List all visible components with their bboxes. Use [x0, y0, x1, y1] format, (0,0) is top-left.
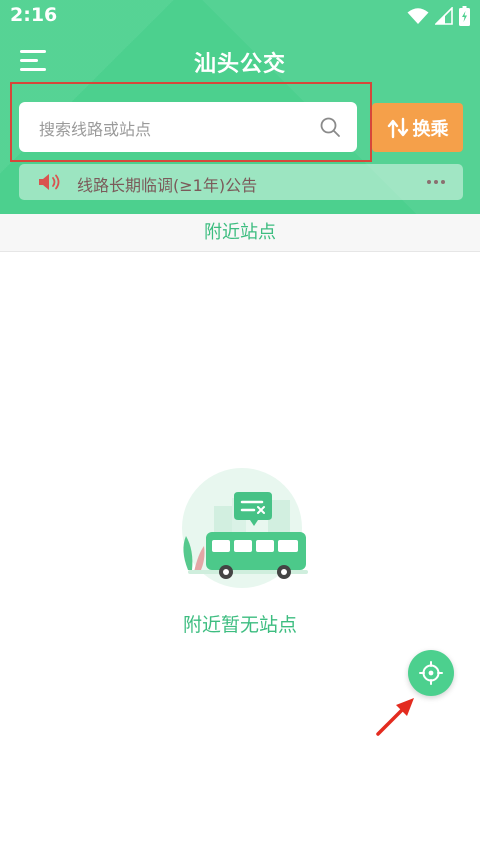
tab-nearby-stops-label: 附近站点	[204, 222, 276, 243]
status-icons	[407, 6, 470, 26]
locate-button[interactable]	[408, 650, 454, 696]
notice-bar[interactable]: 线路长期临调(≥1年)公告	[19, 164, 463, 200]
search-input[interactable]: 搜索线路或站点	[19, 102, 357, 152]
nav-bar: 汕头公交	[0, 36, 480, 88]
notice-text: 线路长期临调(≥1年)公告	[77, 176, 258, 195]
status-bar: 2:16	[0, 0, 480, 32]
speaker-icon	[39, 174, 60, 190]
more-dots-icon[interactable]	[427, 172, 447, 192]
search-placeholder: 搜索线路或站点	[39, 120, 152, 139]
status-time: 2:16	[10, 4, 58, 26]
battery-icon	[459, 6, 470, 26]
empty-state-message: 附近暂无站点	[182, 614, 297, 636]
transfer-button[interactable]: 换乘	[372, 103, 463, 152]
signal-icon	[435, 7, 453, 25]
tab-nearby-stops[interactable]: 附近站点	[0, 214, 480, 252]
transfer-arrows-icon	[387, 117, 408, 138]
transfer-label: 换乘	[412, 118, 449, 140]
page-title: 汕头公交	[193, 52, 286, 77]
crosshair-locate-icon	[419, 661, 443, 685]
wifi-icon	[407, 8, 429, 24]
red-pointer-arrow-icon	[376, 698, 414, 736]
search-icon	[320, 117, 340, 137]
bus-illustration-icon	[182, 468, 308, 588]
